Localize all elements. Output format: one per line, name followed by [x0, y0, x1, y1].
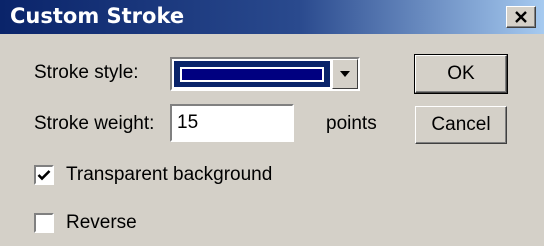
reverse-label[interactable]: Reverse	[66, 212, 137, 234]
title-bar: Custom Stroke	[0, 0, 544, 34]
stroke-weight-label: Stroke weight:	[34, 113, 155, 134]
stroke-style-preview	[180, 67, 324, 82]
transparent-background-label[interactable]: Transparent background	[66, 164, 272, 186]
close-button[interactable]	[506, 6, 536, 28]
stroke-style-selection	[174, 61, 330, 87]
dropdown-arrow-button[interactable]	[332, 59, 358, 89]
stroke-style-swatch	[182, 69, 322, 80]
stroke-weight-unit: points	[326, 113, 377, 134]
stroke-style-label: Stroke style:	[34, 62, 139, 83]
cancel-button[interactable]: Cancel	[415, 106, 507, 144]
close-x-icon	[515, 11, 527, 23]
reverse-checkbox[interactable]	[34, 213, 54, 233]
stroke-weight-input[interactable]	[170, 104, 294, 142]
window-title: Custom Stroke	[10, 4, 185, 28]
stroke-style-dropdown[interactable]	[170, 57, 360, 91]
transparent-background-checkbox[interactable]	[34, 165, 54, 185]
chevron-down-icon	[340, 71, 350, 77]
checkmark-icon	[37, 170, 51, 181]
ok-button[interactable]: OK	[414, 54, 508, 94]
